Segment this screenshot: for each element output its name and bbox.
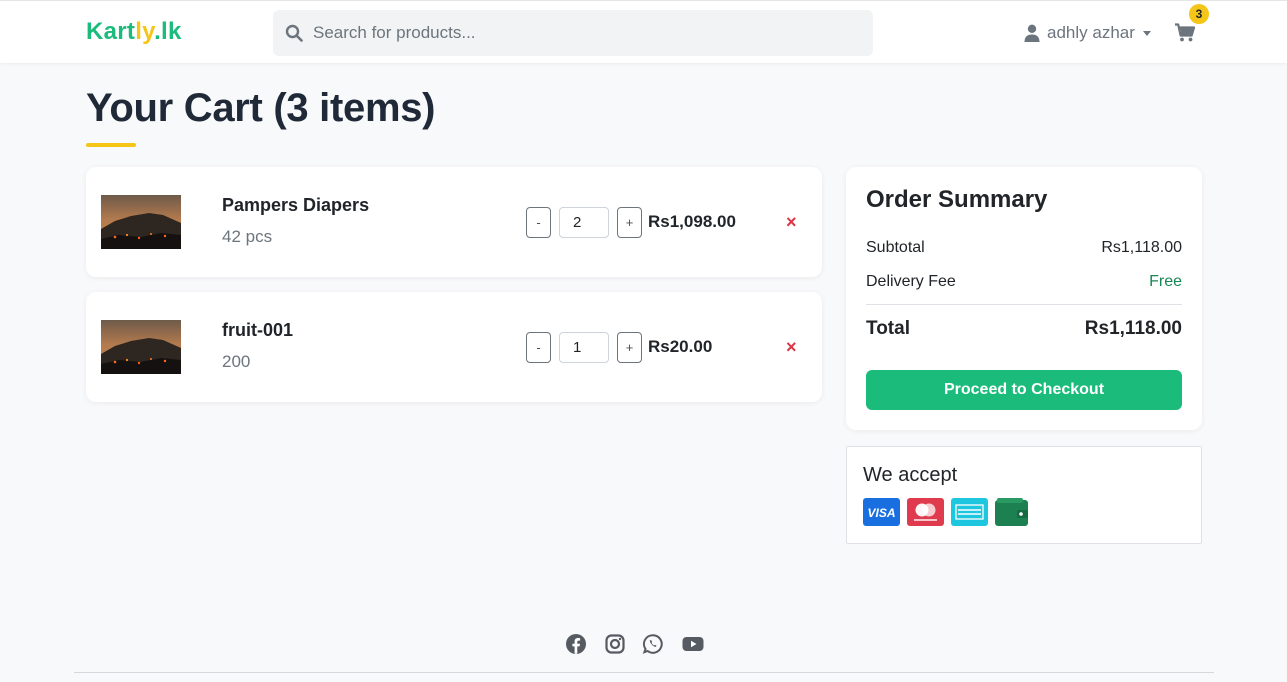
svg-text:VISA: VISA [867,506,895,520]
item-price: Rs20.00 [648,337,713,356]
cart-item: fruit-001 200 - + Rs20.00 × [86,292,822,402]
subtotal-value: Rs1,118.00 [1101,239,1182,256]
page-title: Your Cart (3 items) [86,86,436,130]
mastercard-icon [907,498,944,526]
payment-methods-card: We accept VISA [846,446,1202,544]
remove-item-button[interactable]: × [786,212,797,233]
item-price: Rs1,098.00 [648,212,736,231]
subtotal-label: Subtotal [866,239,925,256]
payment-methods-title: We accept [863,464,958,486]
quantity-input[interactable] [559,207,609,238]
chevron-down-icon [1142,30,1151,36]
search-input[interactable] [313,10,863,56]
user-icon [1024,24,1040,42]
product-name[interactable]: Pampers Diapers [222,195,369,216]
logo-text-lk: .lk [154,18,182,45]
decrease-quantity-button[interactable]: - [526,332,551,363]
brand-logo[interactable]: Kartly.lk [86,18,182,46]
title-underline [86,143,136,147]
product-image [101,195,181,249]
product-subtitle: 42 pcs [222,227,273,246]
facebook-icon[interactable] [565,633,587,655]
increase-quantity-button[interactable]: + [617,207,642,238]
logo-text-ly: ly [135,18,155,45]
search-bar [273,10,873,56]
navbar: Kartly.lk adhly azhar [0,0,1287,63]
amex-icon [951,498,988,526]
proceed-to-checkout-button[interactable]: Proceed to Checkout [866,370,1182,410]
divider [866,304,1182,305]
wallet-icon [995,498,1032,526]
remove-item-button[interactable]: × [786,337,797,358]
whatsapp-icon[interactable] [642,633,664,655]
product-subtitle: 200 [222,352,251,371]
footer-divider [74,672,1214,673]
product-image [101,320,181,374]
user-menu[interactable]: adhly azhar [1024,22,1151,44]
youtube-icon[interactable] [682,633,704,655]
product-name[interactable]: fruit-001 [222,320,293,341]
search-icon[interactable] [285,24,303,42]
quantity-input[interactable] [559,332,609,363]
increase-quantity-button[interactable]: + [617,332,642,363]
delivery-fee-label: Delivery Fee [866,273,956,290]
visa-icon: VISA [863,498,900,526]
user-name: adhly azhar [1047,23,1135,42]
payment-icons: VISA [863,498,1032,526]
instagram-icon[interactable] [604,633,626,655]
cart-icon[interactable] [1174,23,1196,43]
order-summary-title: Order Summary [866,186,1048,213]
order-summary-card: Order Summary Subtotal Rs1,118.00 Delive… [846,167,1202,430]
total-label: Total [866,318,910,339]
decrease-quantity-button[interactable]: - [526,207,551,238]
cart-item: Pampers Diapers 42 pcs - + Rs1,098.00 × [86,167,822,277]
logo-text-kart: Kart [86,18,136,45]
delivery-fee-value: Free [1149,273,1182,290]
cart-count-badge: 3 [1189,4,1209,24]
total-value: Rs1,118.00 [1084,318,1182,339]
